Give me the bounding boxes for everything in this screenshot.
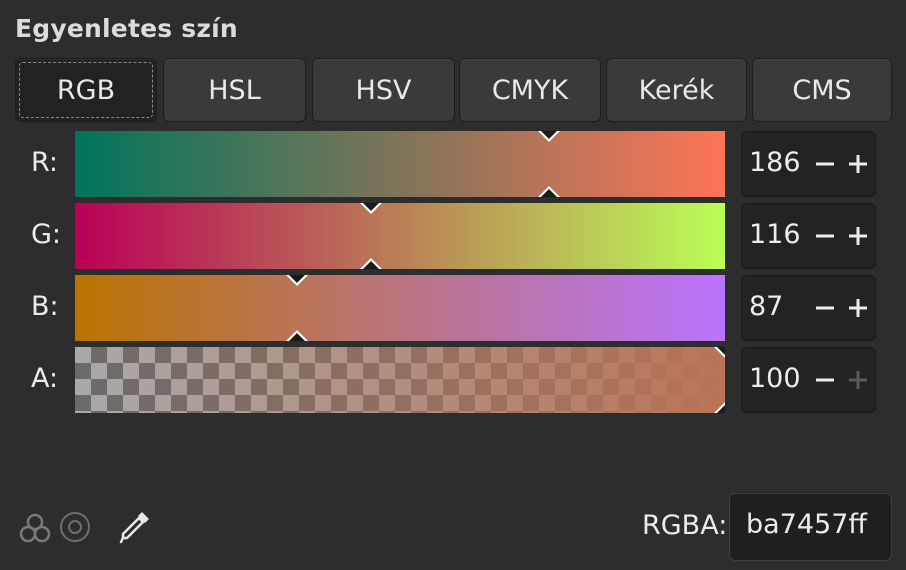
spinbox-g: 116 (741, 203, 876, 269)
channel-label-b: B: (31, 291, 59, 322)
eyedropper-icon[interactable] (118, 508, 154, 550)
channel-row-a: A: 100 (0, 345, 906, 415)
plus-icon (849, 227, 867, 245)
hex-input[interactable]: ba7457ff (729, 493, 892, 561)
slider-marker-bottom[interactable] (714, 402, 725, 413)
increment-button-g[interactable] (843, 214, 873, 258)
minus-icon (816, 306, 834, 310)
slider-b[interactable] (75, 275, 725, 341)
target-circle-icon[interactable] (58, 510, 92, 548)
spin-value-r[interactable]: 186 (749, 147, 801, 178)
minus-icon (816, 234, 834, 238)
minus-icon (816, 378, 834, 382)
minus-icon (816, 162, 834, 166)
tab-cmyk[interactable]: CMYK (459, 58, 601, 122)
increment-button-a[interactable] (843, 358, 873, 402)
plus-icon (849, 371, 867, 389)
slider-g[interactable] (75, 203, 725, 269)
slider-marker-bottom[interactable] (285, 330, 308, 341)
spinbox-a: 100 (741, 347, 876, 413)
tab-hsv[interactable]: HSV (312, 58, 455, 122)
channel-label-g: G: (31, 219, 62, 250)
slider-r[interactable] (75, 131, 725, 197)
channel-row-g: G: 116 (0, 201, 906, 271)
spin-value-b[interactable]: 87 (749, 291, 783, 322)
slider-a[interactable] (75, 347, 725, 413)
increment-button-b[interactable] (843, 286, 873, 330)
decrement-button-b[interactable] (810, 286, 840, 330)
spin-value-g[interactable]: 116 (749, 219, 801, 250)
decrement-button-g[interactable] (810, 214, 840, 258)
channel-row-r: R: 186 (0, 129, 906, 199)
decrement-button-r[interactable] (810, 142, 840, 186)
rgba-label: RGBA: (642, 510, 728, 541)
tab-kerek[interactable]: Kerék (606, 58, 747, 122)
title: Egyenletes szín (15, 14, 238, 43)
plus-icon (849, 299, 867, 317)
spinbox-b: 87 (741, 275, 876, 341)
channel-label-a: A: (31, 363, 59, 394)
slider-marker-bottom[interactable] (537, 186, 560, 197)
alpha-gradient (75, 347, 725, 413)
channel-label-r: R: (31, 147, 59, 178)
channel-row-b: B: 87 (0, 273, 906, 343)
tab-rgb[interactable]: RGB (15, 58, 157, 122)
decrement-button-a[interactable] (810, 358, 840, 402)
color-model-tabs: RGB HSL HSV CMYK Kerék CMS (15, 58, 892, 124)
spinbox-r: 186 (741, 131, 876, 197)
slider-marker-top[interactable] (714, 347, 725, 358)
increment-button-r[interactable] (843, 142, 873, 186)
color-circles-icon[interactable] (18, 511, 52, 549)
spin-value-a[interactable]: 100 (749, 363, 801, 394)
slider-marker-bottom[interactable] (359, 258, 382, 269)
slider-marker-top[interactable] (537, 131, 560, 142)
tab-hsl[interactable]: HSL (163, 58, 306, 122)
tab-cms[interactable]: CMS (752, 58, 892, 122)
slider-marker-top[interactable] (285, 275, 308, 286)
slider-marker-top[interactable] (359, 203, 382, 214)
plus-icon (849, 155, 867, 173)
